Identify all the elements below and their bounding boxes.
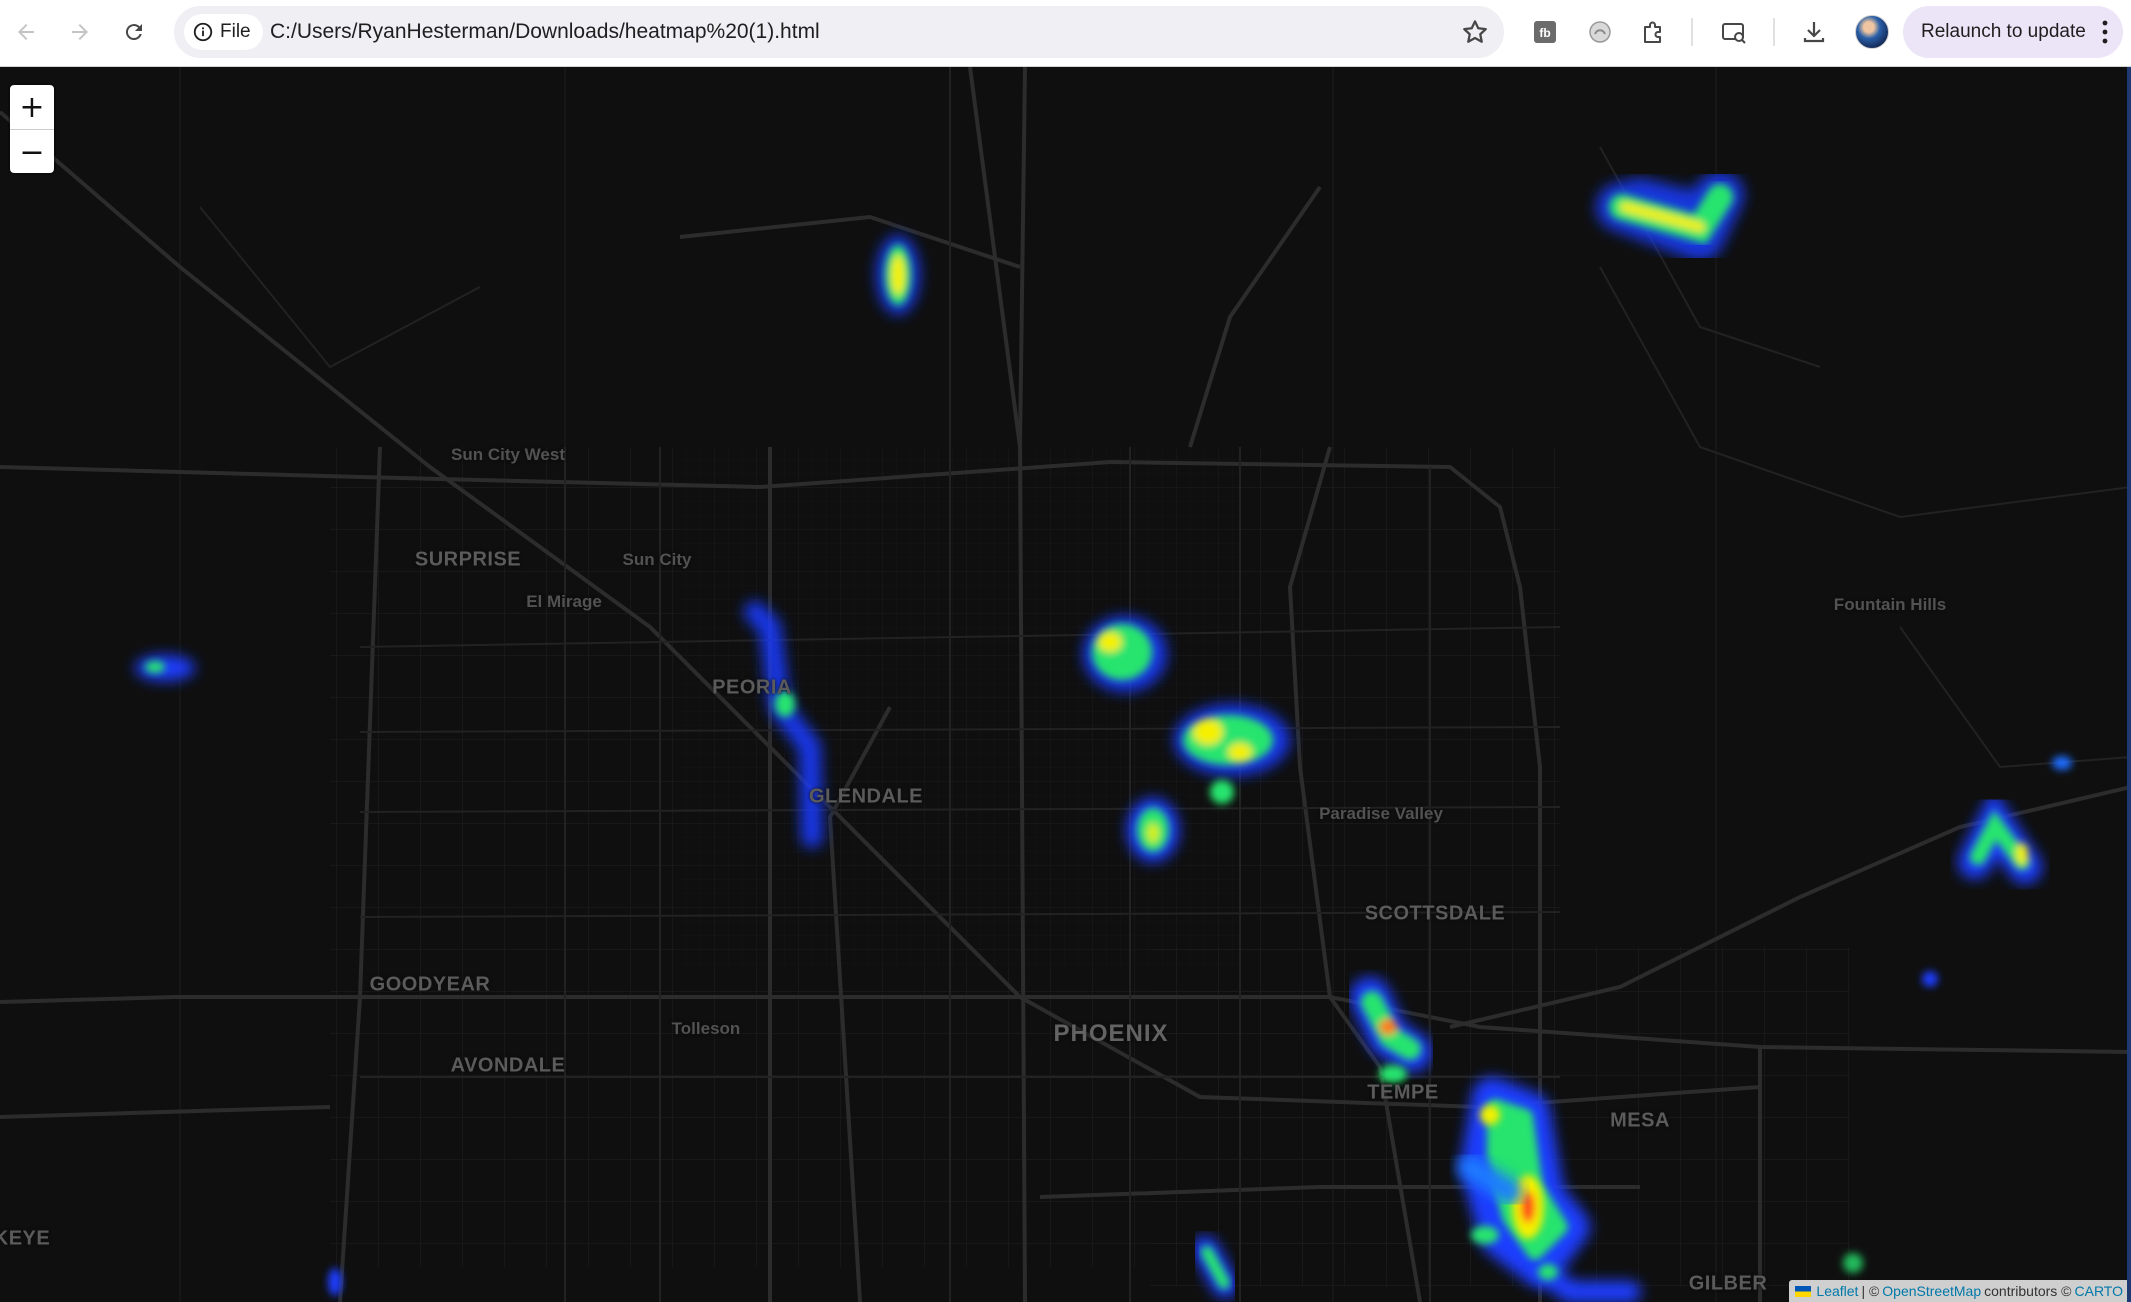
map-attribution: Leaflet | © OpenStreetMap contributors ©… (1789, 1280, 2129, 1302)
map-label-goodyear: GOODYEAR (369, 973, 491, 996)
address-bar[interactable]: File C:/Users/RyanHesterman/Downloads/he… (174, 6, 1504, 58)
map-label-buckeye: KEYE (0, 1227, 51, 1250)
extensions-button[interactable] (1636, 14, 1672, 50)
heatmap-map[interactable]: Sun City West SURPRISE Sun City El Mirag… (0, 67, 2131, 1302)
map-label-sun-city-west: Sun City West (451, 445, 565, 464)
map-label-mesa: MESA (1610, 1109, 1670, 1132)
carto-link[interactable]: CARTO (2075, 1283, 2124, 1299)
reload-button[interactable] (112, 12, 156, 52)
map-label-avondale: AVONDALE (450, 1054, 566, 1077)
info-icon (193, 22, 213, 42)
relaunch-button[interactable]: Relaunch to update (1903, 6, 2123, 58)
zoom-in-button[interactable]: + (10, 85, 54, 130)
basemap-layer (0, 67, 2131, 1302)
forward-arrow-icon (72, 24, 88, 40)
map-label-gilbert: GILBER (1688, 1272, 1768, 1295)
svg-text:fb: fb (1539, 26, 1550, 40)
map-label-scottsdale: SCOTTSDALE (1364, 902, 1506, 925)
map-label-fountain-hills: Fountain Hills (1833, 595, 1947, 614)
site-chip-label: File (220, 21, 251, 42)
forward-button[interactable] (58, 12, 102, 52)
screen-search-icon (1722, 23, 1746, 44)
map-label-tolleson: Tolleson (671, 1019, 741, 1038)
map-label-phoenix: PHOENIX (1053, 1020, 1169, 1047)
street-grid-dense (680, 447, 1240, 967)
reload-icon (125, 24, 142, 41)
toolbar-separator (1691, 18, 1693, 46)
map-label-peoria: PEORIA (712, 676, 792, 699)
extension-fb-button[interactable]: fb (1527, 14, 1563, 50)
leaflet-link[interactable]: Leaflet (1816, 1283, 1858, 1299)
attribution-separator: | © (1861, 1283, 1880, 1299)
back-arrow-icon (18, 24, 34, 40)
more-vert-icon[interactable] (2101, 19, 2109, 45)
downloads-button[interactable] (1796, 14, 1832, 50)
openstreetmap-link[interactable]: OpenStreetMap (1882, 1283, 1981, 1299)
download-icon (1803, 22, 1825, 43)
map-label-sun-city: Sun City (622, 550, 692, 569)
star-icon[interactable] (1460, 17, 1490, 47)
extension-fb-icon: fb (1534, 21, 1556, 43)
map-label-el-mirage: El Mirage (526, 592, 602, 611)
window-edge (2127, 67, 2131, 1302)
browser-toolbar: File C:/Users/RyanHesterman/Downloads/he… (0, 0, 2131, 67)
relaunch-label: Relaunch to update (1921, 21, 2086, 42)
url-text[interactable]: C:/Users/RyanHesterman/Downloads/heatmap… (270, 20, 820, 44)
site-info-chip[interactable]: File (184, 14, 263, 50)
map-label-paradise-valley: Paradise Valley (1319, 804, 1443, 823)
back-button[interactable] (4, 12, 48, 52)
extension-shield-icon (1589, 21, 1611, 43)
toolbar-separator (1773, 18, 1775, 46)
extension-shield-button[interactable] (1582, 14, 1618, 50)
map-label-glendale: GLENDALE (809, 785, 923, 808)
screen-search-button[interactable] (1716, 14, 1752, 50)
map-label-surprise: SURPRISE (414, 548, 522, 571)
map-label-tempe: TEMPE (1367, 1081, 1439, 1104)
puzzle-icon (1644, 21, 1661, 43)
ukraine-flag-icon (1795, 1285, 1812, 1297)
profile-avatar[interactable] (1855, 15, 1889, 49)
zoom-control: + − (10, 85, 54, 173)
attribution-contributors: contributors © (1984, 1283, 2072, 1299)
zoom-out-button[interactable]: − (10, 130, 54, 174)
